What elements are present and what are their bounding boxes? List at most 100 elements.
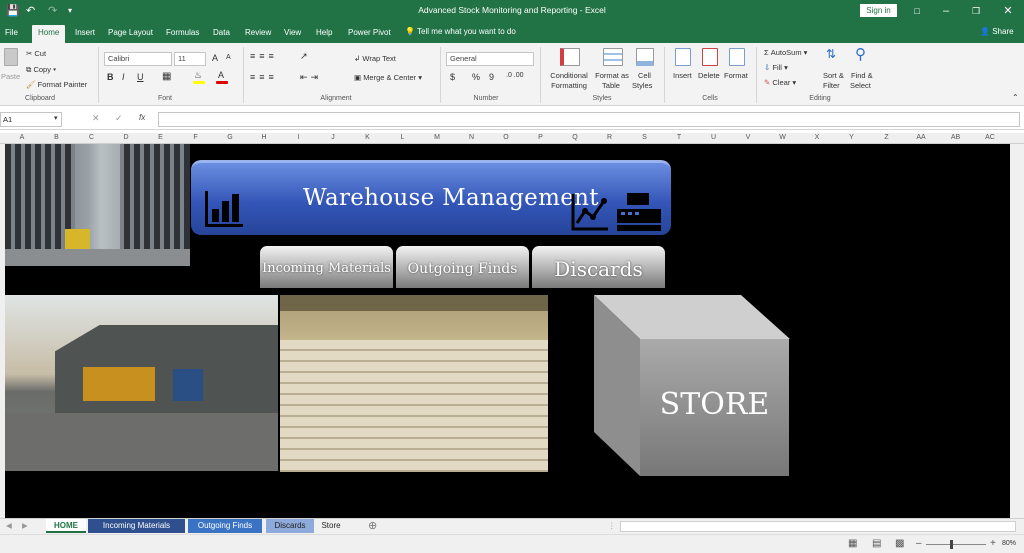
name-box-dropdown-icon[interactable]: ▾ bbox=[54, 114, 58, 122]
copy-button[interactable]: ⧉ Copy ▾ bbox=[26, 65, 56, 75]
store-button[interactable]: STORE bbox=[640, 339, 789, 476]
sign-in-button[interactable]: Sign in bbox=[860, 4, 897, 17]
tab-file[interactable]: File bbox=[5, 26, 18, 43]
scroll-tabs-right-icon[interactable]: ▶ bbox=[22, 521, 28, 530]
font-color-icon[interactable] bbox=[216, 81, 228, 84]
column-header[interactable]: X bbox=[807, 134, 827, 141]
sheet-tab-home[interactable]: HOME bbox=[46, 519, 86, 533]
tab-home[interactable]: Home bbox=[32, 25, 66, 43]
tab-splitter-icon[interactable]: ⋮ bbox=[608, 521, 616, 530]
horizontal-align-icons[interactable]: ≡≡≡ bbox=[250, 72, 278, 82]
column-header[interactable]: E bbox=[151, 134, 171, 141]
column-header[interactable]: N bbox=[462, 134, 482, 141]
percent-button[interactable]: % bbox=[472, 72, 480, 82]
tab-power-pivot[interactable]: Power Pivot bbox=[348, 26, 391, 43]
insert-function-button[interactable]: fx bbox=[139, 113, 145, 122]
column-header[interactable]: T bbox=[669, 134, 689, 141]
column-header[interactable]: O bbox=[496, 134, 516, 141]
font-size-select[interactable]: 11 bbox=[174, 52, 206, 66]
cell-styles-button[interactable]: Cell bbox=[638, 71, 651, 80]
confirm-entry-icon[interactable]: ✓ bbox=[115, 113, 123, 124]
column-header[interactable]: G bbox=[220, 134, 240, 141]
tab-formulas[interactable]: Formulas bbox=[166, 26, 199, 43]
currency-button[interactable]: $ bbox=[450, 72, 455, 82]
restore-icon[interactable]: ❐ bbox=[966, 3, 986, 19]
format-painter-button[interactable]: 🖌 Format Painter bbox=[26, 80, 87, 89]
horizontal-scrollbar[interactable] bbox=[620, 521, 1016, 532]
scroll-tabs-left-icon[interactable]: ◀ bbox=[6, 521, 12, 530]
insert-button[interactable]: Insert bbox=[673, 71, 692, 80]
close-icon[interactable]: ✕ bbox=[998, 3, 1018, 19]
column-header[interactable]: I bbox=[289, 134, 309, 141]
conditional-formatting-button[interactable]: Conditional bbox=[548, 71, 590, 80]
vertical-align-icons[interactable]: ≡≡≡ bbox=[250, 51, 278, 61]
delete-button[interactable]: Delete bbox=[698, 71, 720, 80]
tab-insert[interactable]: Insert bbox=[75, 26, 95, 43]
column-header[interactable]: P bbox=[531, 134, 551, 141]
autosum-button[interactable]: Σ AutoSum ▾ bbox=[764, 48, 807, 57]
indent-icons[interactable]: ⇤⇥ bbox=[300, 72, 321, 83]
number-format-select[interactable]: General bbox=[446, 52, 534, 66]
bold-button[interactable]: B bbox=[107, 72, 114, 82]
grow-font-icon[interactable]: A bbox=[212, 53, 218, 63]
shrink-font-icon[interactable]: A bbox=[226, 54, 231, 61]
underline-button[interactable]: U bbox=[137, 72, 144, 82]
formula-input[interactable] bbox=[158, 112, 1020, 127]
column-header[interactable]: AB bbox=[946, 134, 966, 141]
borders-icon[interactable]: ▦ bbox=[162, 71, 171, 82]
tab-view[interactable]: View bbox=[284, 26, 301, 43]
column-header[interactable]: Y bbox=[842, 134, 862, 141]
column-header[interactable]: S bbox=[635, 134, 655, 141]
share-button[interactable]: 👤 Share bbox=[980, 27, 1014, 36]
format-button[interactable]: Format bbox=[724, 71, 748, 80]
paste-icon[interactable] bbox=[4, 48, 18, 66]
tab-page-layout[interactable]: Page Layout bbox=[108, 26, 153, 43]
sheet-tab-store[interactable]: Store bbox=[316, 519, 346, 533]
column-header[interactable]: Q bbox=[565, 134, 585, 141]
zoom-slider-thumb[interactable] bbox=[950, 540, 953, 549]
tab-data[interactable]: Data bbox=[213, 26, 230, 43]
collapse-ribbon-icon[interactable]: ⌃ bbox=[1012, 93, 1019, 102]
format-as-table-button[interactable]: Format as bbox=[594, 71, 630, 80]
column-header[interactable]: U bbox=[704, 134, 724, 141]
nav-discards-button[interactable]: Discards bbox=[532, 246, 665, 288]
column-header[interactable]: AC bbox=[980, 134, 1000, 141]
clear-button[interactable]: ✎ Clear ▾ bbox=[764, 78, 796, 87]
wrap-text-button[interactable]: ↲ Wrap Text bbox=[354, 54, 396, 63]
column-header[interactable]: J bbox=[323, 134, 343, 141]
comma-button[interactable]: 9 bbox=[489, 72, 494, 82]
zoom-level[interactable]: 80% bbox=[1002, 540, 1016, 547]
page-break-view-icon[interactable]: ▩ bbox=[895, 538, 904, 549]
name-box[interactable]: A1 bbox=[0, 112, 62, 127]
column-header[interactable]: K bbox=[358, 134, 378, 141]
column-header[interactable]: AA bbox=[911, 134, 931, 141]
column-header[interactable]: D bbox=[116, 134, 136, 141]
column-header[interactable]: R bbox=[600, 134, 620, 141]
column-header[interactable]: F bbox=[186, 134, 206, 141]
font-name-select[interactable]: Calibri bbox=[104, 52, 172, 66]
sheet-tab-incoming-materials[interactable]: Incoming Materials bbox=[88, 519, 185, 533]
add-sheet-icon[interactable]: ⊕ bbox=[368, 519, 377, 532]
zoom-out-icon[interactable]: – bbox=[916, 538, 922, 549]
page-layout-view-icon[interactable]: ▤ bbox=[872, 538, 881, 549]
column-header[interactable]: A bbox=[12, 134, 32, 141]
worksheet-canvas[interactable]: Warehouse Management Incoming Materials … bbox=[5, 144, 1010, 518]
tab-review[interactable]: Review bbox=[245, 26, 271, 43]
column-header[interactable]: W bbox=[773, 134, 793, 141]
column-header[interactable]: H bbox=[254, 134, 274, 141]
fill-color-icon[interactable] bbox=[193, 81, 205, 84]
column-header[interactable]: M bbox=[427, 134, 447, 141]
cancel-entry-icon[interactable]: ✕ bbox=[92, 113, 100, 124]
column-header[interactable]: V bbox=[738, 134, 758, 141]
zoom-slider[interactable] bbox=[926, 544, 986, 545]
nav-incoming-materials-button[interactable]: Incoming Materials bbox=[260, 246, 393, 288]
decimal-icons[interactable]: .0 .00 bbox=[506, 72, 524, 79]
sort-filter-button[interactable]: Sort & bbox=[823, 71, 844, 80]
paste-button[interactable]: Paste bbox=[1, 72, 20, 81]
normal-view-icon[interactable]: ▦ bbox=[848, 538, 857, 549]
find-select-button[interactable]: Find & bbox=[851, 71, 873, 80]
merge-center-button[interactable]: ▣ Merge & Center ▾ bbox=[354, 73, 422, 82]
minimize-icon[interactable]: – bbox=[936, 3, 956, 19]
fill-button[interactable]: ⇩ Fill ▾ bbox=[764, 63, 788, 72]
ribbon-display-icon[interactable]: □ bbox=[907, 3, 927, 19]
